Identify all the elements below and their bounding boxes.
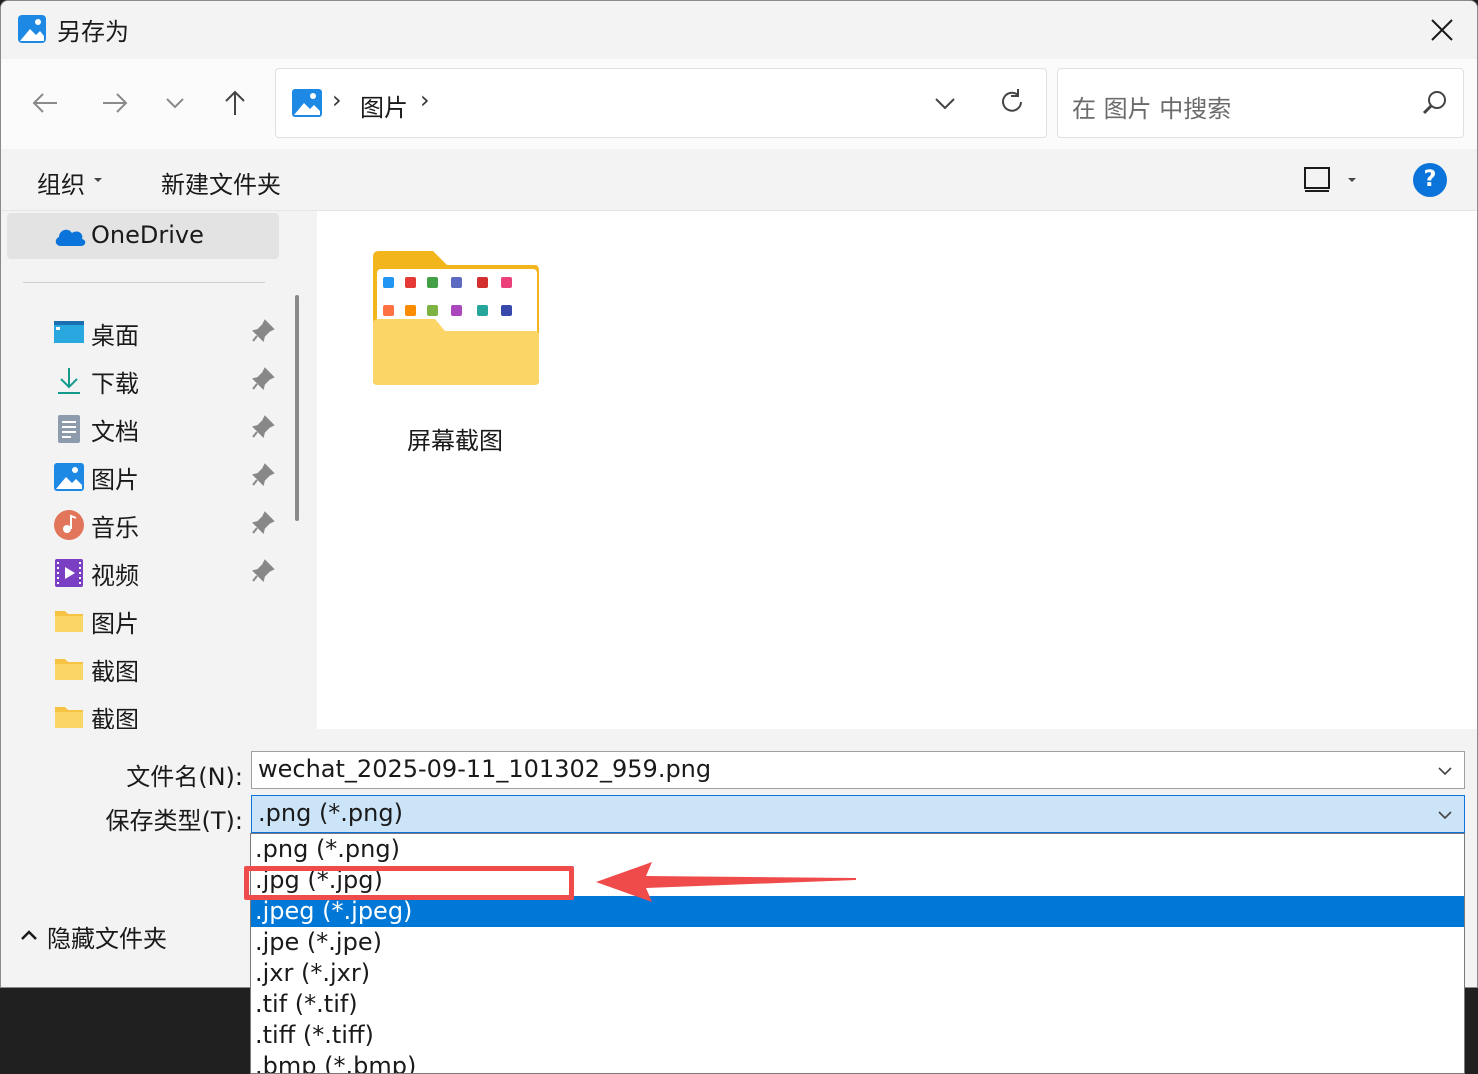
sidebar-item-label: 截图 bbox=[91, 706, 139, 729]
search-icon[interactable] bbox=[1421, 89, 1449, 117]
pin-icon[interactable] bbox=[251, 463, 275, 487]
filename-field[interactable]: wechat_2025-09-11_101302_959.png bbox=[251, 751, 1465, 789]
pin-icon[interactable] bbox=[251, 559, 275, 583]
close-icon bbox=[1431, 19, 1453, 41]
sidebar-item-label: 图片 bbox=[91, 466, 139, 494]
search-placeholder: 在 图片 中搜索 bbox=[1072, 95, 1232, 123]
chevron-down-icon bbox=[166, 98, 184, 109]
download-icon bbox=[58, 368, 80, 394]
sidebar-item-folder[interactable]: 截图 bbox=[1, 645, 291, 691]
hide-folders-label: 隐藏文件夹 bbox=[47, 925, 167, 953]
sidebar-item-label: 图片 bbox=[91, 610, 139, 638]
arrow-left-icon bbox=[32, 93, 57, 113]
caret-down-icon[interactable] bbox=[1347, 175, 1357, 185]
sidebar-item-label: OneDrive bbox=[91, 221, 204, 249]
file-type-option[interactable]: .jxr (*.jxr) bbox=[251, 958, 1464, 989]
breadcrumb-location[interactable]: 图片 bbox=[360, 88, 408, 123]
videos-icon bbox=[55, 559, 83, 587]
close-button[interactable] bbox=[1407, 1, 1477, 59]
sidebar-item-documents[interactable]: 文档 bbox=[1, 405, 291, 451]
folder-name: 屏幕截图 bbox=[407, 427, 503, 455]
sidebar-item-folder[interactable]: 图片 bbox=[1, 597, 291, 643]
filename-value[interactable]: wechat_2025-09-11_101302_959.png bbox=[258, 755, 711, 783]
breadcrumb-separator[interactable]: › bbox=[420, 86, 430, 114]
divider bbox=[23, 282, 265, 283]
command-bar: 组织 新建文件夹 ? bbox=[1, 149, 1477, 211]
navigation-pane: OneDrive 桌面 下载 文档 图片 音乐 视频 图片 截图 截图 bbox=[1, 211, 297, 729]
file-type-select[interactable]: .png (*.png) bbox=[251, 795, 1465, 833]
folder-icon bbox=[55, 659, 83, 680]
breadcrumb-separator: › bbox=[332, 86, 342, 114]
back-button[interactable] bbox=[23, 81, 67, 125]
save-form: 文件名(N): wechat_2025-09-11_101302_959.png… bbox=[1, 729, 1477, 849]
sidebar-item-label: 视频 bbox=[91, 562, 139, 590]
arrow-right-icon bbox=[103, 93, 128, 113]
view-icon[interactable] bbox=[1303, 165, 1331, 193]
up-button[interactable] bbox=[213, 81, 257, 125]
file-type-option[interactable]: .bmp (*.bmp) bbox=[251, 1051, 1464, 1073]
file-list: 屏幕截图 bbox=[317, 211, 1477, 729]
pin-icon[interactable] bbox=[251, 319, 275, 343]
pin-icon[interactable] bbox=[251, 511, 275, 535]
arrow-up-icon bbox=[225, 90, 245, 115]
pictures-icon bbox=[292, 89, 322, 117]
help-button[interactable]: ? bbox=[1413, 163, 1447, 197]
address-bar[interactable]: › 图片 › bbox=[275, 68, 1047, 138]
search-box[interactable]: 在 图片 中搜索 bbox=[1057, 68, 1464, 138]
sidebar-item-pictures[interactable]: 图片 bbox=[1, 453, 291, 499]
file-type-option[interactable]: .tiff (*.tiff) bbox=[251, 1020, 1464, 1051]
chevron-down-icon[interactable] bbox=[1436, 762, 1454, 780]
refresh-icon[interactable] bbox=[996, 86, 1028, 118]
folder-with-thumbnails-icon bbox=[373, 251, 539, 385]
annotation-arrow-icon bbox=[596, 862, 856, 902]
pin-icon[interactable] bbox=[251, 415, 275, 439]
sidebar-item-music[interactable]: 音乐 bbox=[1, 501, 291, 547]
caret-down-icon bbox=[94, 178, 102, 182]
sidebar-item-desktop[interactable]: 桌面 bbox=[1, 309, 291, 355]
photos-app-icon bbox=[18, 15, 46, 43]
file-type-option[interactable]: .tif (*.tif) bbox=[251, 989, 1464, 1020]
sidebar-item-downloads[interactable]: 下载 bbox=[1, 357, 291, 403]
chevron-down-icon[interactable] bbox=[930, 89, 960, 119]
sidebar-item-videos[interactable]: 视频 bbox=[1, 549, 291, 595]
folder-icon bbox=[55, 611, 83, 632]
chevron-down-icon[interactable] bbox=[1436, 806, 1454, 824]
pin-icon[interactable] bbox=[251, 367, 275, 391]
file-type-option[interactable]: .jpe (*.jpe) bbox=[251, 927, 1464, 958]
title-bar: 另存为 bbox=[1, 1, 1477, 59]
documents-icon bbox=[58, 415, 80, 443]
new-folder-button[interactable]: 新建文件夹 bbox=[161, 165, 281, 200]
navigation-bar: › 图片 › 在 图片 中搜索 bbox=[1, 59, 1477, 149]
music-icon bbox=[54, 510, 84, 540]
sidebar-item-label: 下载 bbox=[91, 370, 139, 398]
forward-button[interactable] bbox=[93, 81, 137, 125]
file-type-label: 保存类型(T): bbox=[105, 807, 243, 835]
desktop-background bbox=[1464, 988, 1478, 1074]
sidebar-item-label: 音乐 bbox=[91, 514, 139, 542]
sidebar-item-onedrive[interactable]: OneDrive bbox=[7, 213, 279, 259]
window-title: 另存为 bbox=[57, 18, 129, 46]
pictures-icon bbox=[54, 463, 84, 491]
filename-label: 文件名(N): bbox=[126, 763, 243, 791]
cloud-icon bbox=[55, 229, 86, 246]
desktop-icon bbox=[54, 321, 84, 343]
organize-button[interactable]: 组织 bbox=[37, 165, 85, 200]
sidebar-scrollbar[interactable] bbox=[295, 295, 299, 521]
sidebar-item-label: 截图 bbox=[91, 658, 139, 686]
chevron-up-icon bbox=[21, 930, 37, 940]
sidebar-item-label: 桌面 bbox=[91, 322, 139, 350]
annotation-highlight-box bbox=[244, 866, 574, 900]
file-type-value[interactable]: .png (*.png) bbox=[258, 799, 403, 827]
folder-icon bbox=[55, 707, 83, 728]
sidebar-item-label: 文档 bbox=[91, 418, 139, 446]
sidebar-item-folder[interactable]: 截图 bbox=[1, 693, 291, 729]
recent-locations-button[interactable] bbox=[153, 81, 197, 125]
